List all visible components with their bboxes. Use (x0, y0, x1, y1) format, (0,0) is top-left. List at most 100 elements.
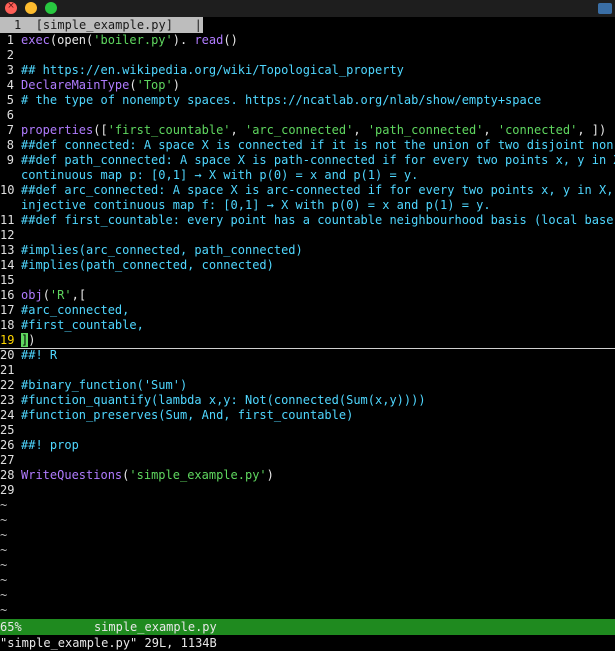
tab-number: 1 (14, 18, 22, 32)
code-token: ## https://en.wikipedia.org/wiki/Topolog… (21, 63, 404, 77)
empty-line-marker[interactable]: ~ (0, 528, 615, 543)
tilde-marker: ~ (0, 513, 8, 527)
code-line[interactable]: injective continuous map f: [0,1] → X wi… (0, 198, 615, 213)
code-token: #binary_function('Sum') (21, 378, 188, 392)
code-token: #function_quantify(lambda x,y: Not(conne… (21, 393, 426, 407)
code-line[interactable]: 24 #function_preserves(Sum, And, first_co… (0, 408, 615, 423)
line-number: 25 (0, 423, 15, 437)
code-token: read (194, 33, 224, 47)
code-line[interactable]: 11 ##def first_countable: every point has… (0, 213, 615, 228)
code-token: , (230, 123, 245, 137)
code-token: ##def first_countable: every point has a… (21, 213, 615, 227)
code-line[interactable]: 28 WriteQuestions('simple_example.py') (0, 468, 615, 483)
tilde-marker: ~ (0, 543, 8, 557)
code-line[interactable]: 6 (0, 108, 615, 123)
window-split-divider[interactable] (0, 348, 615, 349)
code-line[interactable]: 1 exec(open('boiler.py'). read() (0, 33, 615, 48)
code-line[interactable]: 2 (0, 48, 615, 63)
code-token: #implies(arc_connected, path_connected) (21, 243, 303, 257)
code-line[interactable]: 14 #implies(path_connected, connected) (0, 258, 615, 273)
code-line[interactable]: 16 obj('R',[ (0, 288, 615, 303)
command-line[interactable]: "simple_example.py" 29L, 1134B (0, 635, 615, 651)
zoom-window-button[interactable] (45, 2, 57, 14)
code-line[interactable]: 29 (0, 483, 615, 498)
code-token: obj (21, 288, 43, 302)
tilde-marker: ~ (0, 528, 8, 542)
code-token: 'simple_example.py' (129, 468, 267, 482)
code-line[interactable]: 19]) (0, 333, 615, 348)
code-token: #function_preserves(Sum, And, first_coun… (21, 408, 354, 422)
tilde-marker: ~ (0, 588, 8, 602)
code-line[interactable]: 4 DeclareMainType('Top') (0, 78, 615, 93)
tab-simple-example[interactable]: 1 [simple_example.py] | (0, 17, 203, 33)
code-token: 'arc_connected' (244, 123, 354, 137)
code-token: () (223, 33, 238, 47)
code-line[interactable]: 22 #binary_function('Sum') (0, 378, 615, 393)
line-number: 28 (0, 468, 15, 482)
tilde-marker: ~ (0, 498, 8, 512)
code-line[interactable]: 20 ##! R (0, 348, 615, 363)
code-token: injective continuous map f: [0,1] → X wi… (21, 198, 491, 212)
code-line[interactable]: 12 (0, 228, 615, 243)
empty-line-marker[interactable]: ~ (0, 603, 615, 618)
close-icon: × (7, 1, 15, 11)
tilde-marker: ~ (0, 603, 8, 617)
code-line[interactable]: 18 #first_countable, (0, 318, 615, 333)
empty-line-marker[interactable]: ~ (0, 513, 615, 528)
empty-line-marker[interactable]: ~ (0, 543, 615, 558)
code-token: (open( (49, 33, 94, 47)
line-number: 20 (0, 348, 15, 362)
code-token: properties (21, 123, 94, 137)
line-number: 13 (0, 243, 15, 257)
code-line[interactable]: 9 ##def path_connected: A space X is path… (0, 153, 615, 168)
code-token: ) (266, 468, 274, 482)
tilde-marker: ~ (0, 558, 8, 572)
empty-line-marker[interactable]: ~ (0, 573, 615, 588)
empty-line-marker[interactable]: ~ (0, 588, 615, 603)
code-line[interactable]: 27 (0, 453, 615, 468)
line-number: 14 (0, 258, 15, 272)
code-line[interactable]: 21 (0, 363, 615, 378)
code-line[interactable]: 10 ##def arc_connected: A space X is arc-… (0, 183, 615, 198)
code-line[interactable]: 8 ##def connected: A space X is connected… (0, 138, 615, 153)
empty-line-marker[interactable]: ~ (0, 498, 615, 513)
code-line[interactable]: 7 properties(['first_countable', 'arc_con… (0, 123, 615, 138)
code-line[interactable]: 13 #implies(arc_connected, path_connected… (0, 243, 615, 258)
code-line[interactable]: 26 ##! prop (0, 438, 615, 453)
line-number: 26 (0, 438, 15, 452)
code-line[interactable]: 3 ## https://en.wikipedia.org/wiki/Topolo… (0, 63, 615, 78)
code-token: ( (42, 288, 50, 302)
code-token: WriteQuestions (21, 468, 123, 482)
code-token: ##def connected: A space X is connected … (21, 138, 615, 152)
status-filename: simple_example.py (93, 620, 217, 634)
minimize-window-button[interactable] (25, 2, 37, 14)
window-resize-icon[interactable] (598, 3, 612, 14)
code-line[interactable]: 23 #function_quantify(lambda x,y: Not(con… (0, 393, 615, 408)
code-token: ,[ (71, 288, 87, 302)
code-token: #implies(path_connected, connected) (21, 258, 274, 272)
code-line[interactable]: 25 (0, 423, 615, 438)
code-token: exec (21, 33, 50, 47)
code-token: ) (28, 333, 36, 347)
code-token: DeclareMainType (21, 78, 130, 92)
line-number: 1 (6, 33, 14, 47)
editor-buffer[interactable]: 1 exec(open('boiler.py'). read() 2 3 ## http… (0, 33, 615, 618)
code-line[interactable]: 15 (0, 273, 615, 288)
empty-line-marker[interactable]: ~ (0, 558, 615, 573)
code-token: #first_countable, (21, 318, 144, 332)
code-token: 'first_countable' (107, 123, 231, 137)
line-number: 9 (6, 153, 14, 167)
line-number: 12 (0, 228, 15, 242)
line-number: 2 (6, 48, 14, 62)
code-line[interactable]: 5 # the type of nonempty spaces. https://… (0, 93, 615, 108)
tilde-marker: ~ (0, 573, 8, 587)
close-window-button[interactable]: × (5, 1, 17, 14)
code-line[interactable]: 17 #arc_connected, (0, 303, 615, 318)
line-number: 27 (0, 453, 15, 467)
line-number: 8 (6, 138, 14, 152)
code-token: , (353, 123, 368, 137)
line-number: 19 (0, 333, 15, 347)
code-line[interactable]: continuous map p: [0,1] → X with p(0) = … (0, 168, 615, 183)
code-token: 'Top' (136, 78, 173, 92)
line-number: 17 (0, 303, 15, 317)
